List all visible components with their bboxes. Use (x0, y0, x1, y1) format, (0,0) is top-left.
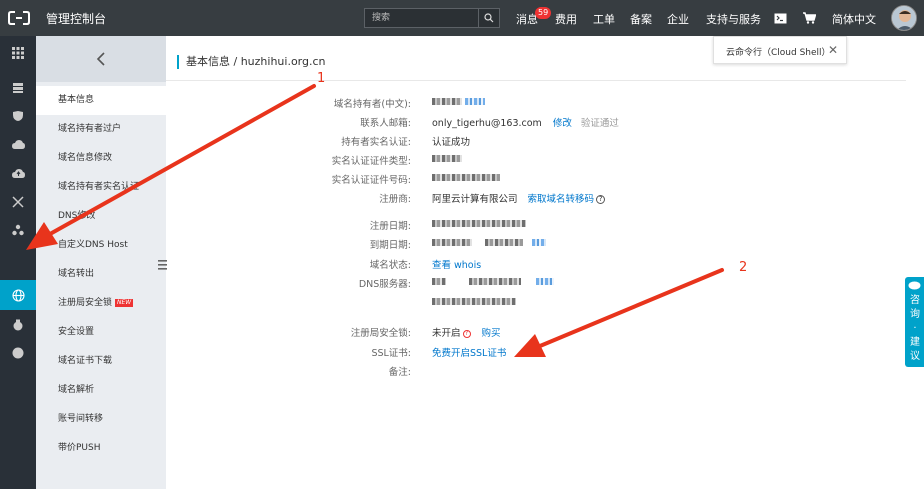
lock-label: 注册局安全锁: (350, 328, 411, 339)
breadcrumb: 基本信息 / huzhihui.org.cn (177, 55, 326, 69)
collapse-button[interactable] (36, 36, 166, 82)
chevron-left-icon (96, 52, 105, 66)
subnav-item-cert-download[interactable]: 域名证书下载 (36, 347, 166, 376)
annotation-number-1: 1 (317, 71, 326, 86)
email-edit-link[interactable]: 修改 (553, 118, 572, 129)
subnav-item-transfer-out[interactable]: 域名转出 (36, 260, 166, 289)
registrar-row: 阿里云计算有限公司 索取域名转移码? (432, 191, 606, 205)
nav-icp[interactable]: 备案 (630, 11, 652, 27)
subnav-item-dns-resolve[interactable]: 域名解析 (36, 376, 166, 405)
lock-value: 未开启 (432, 328, 461, 339)
new-badge: NEW (115, 298, 134, 307)
messages-count-badge: 59 (535, 7, 552, 19)
nav-billing[interactable]: 费用 (555, 11, 577, 27)
subnav-item-account-transfer[interactable]: 账号间转移 (36, 405, 166, 434)
domain-subnav: 基本信息 域名持有者过户 域名信息修改 域名持有者实名认证 DNS修改 自定义D… (36, 36, 166, 489)
ssl-label: SSL证书: (371, 348, 411, 359)
arrow-2-shaft (538, 268, 724, 348)
subnav-item-basic-info[interactable]: 基本信息 (36, 86, 166, 115)
nav-support[interactable]: 支持与服务 (706, 11, 761, 27)
email-row: only_tigerhu@163.com 修改 验证通过 (432, 115, 619, 129)
subnav-item-info-modify[interactable]: 域名信息修改 (36, 144, 166, 173)
product-sidebar (0, 36, 36, 489)
email-label: 联系人邮箱: (360, 118, 411, 129)
language-switch[interactable]: 简体中文 (832, 11, 876, 27)
owner-cn-value (432, 96, 486, 107)
consult-label: 咨询·建议 (910, 295, 920, 362)
owner-cn-label: 域名持有者(中文): (333, 99, 411, 110)
email-value: only_tigerhu@163.com (432, 118, 542, 129)
search-icon[interactable] (478, 9, 499, 27)
dns-label: DNS服务器: (358, 279, 411, 290)
realname-label: 持有者实名认证: (341, 137, 411, 148)
email-status: 验证通过 (580, 118, 619, 129)
exp-date-value (432, 237, 547, 248)
cloud-shell-tooltip: 云命令行（Cloud Shell） ✕ (713, 36, 847, 64)
dns-value-2 (432, 296, 516, 307)
recycle-icon[interactable] (10, 317, 26, 333)
server-icon[interactable] (10, 80, 26, 96)
user-avatar[interactable] (891, 5, 917, 31)
subnav-item-dns-modify[interactable]: DNS修改 (36, 202, 166, 231)
subnav-item-realname[interactable]: 域名持有者实名认证 (36, 173, 166, 202)
terminal-icon[interactable] (772, 10, 788, 26)
shield-icon[interactable] (10, 108, 26, 124)
transfer-code-link[interactable]: 索取域名转移码 (528, 194, 595, 205)
status-label: 域名状态: (369, 260, 411, 271)
divider (166, 80, 906, 81)
lock-row: 未开启? 购买 (432, 325, 501, 339)
top-bar: 管理控制台 消息 59 费用 工单 备案 企业 支持与服务 简体中文 (0, 0, 924, 36)
subnav-item-security[interactable]: 安全设置 (36, 318, 166, 347)
consult-feedback-tab[interactable]: 咨询·建议 (905, 277, 924, 367)
nav-tickets[interactable]: 工单 (593, 11, 615, 27)
cluster-icon[interactable] (10, 222, 26, 238)
globe-icon[interactable] (10, 287, 26, 303)
aliyun-logo-icon[interactable] (8, 9, 30, 27)
cloud-upload-icon[interactable] (10, 166, 26, 182)
registrar-value: 阿里云计算有限公司 (432, 194, 518, 205)
network-icon[interactable] (10, 194, 26, 210)
cert-no-label: 实名认证证件号码: (331, 175, 411, 186)
exp-date-label: 到期日期: (369, 240, 411, 251)
cert-type-label: 实名认证证件类型: (331, 156, 411, 167)
subnav-item-owner-transfer[interactable]: 域名持有者过户 (36, 115, 166, 144)
reg-date-value (432, 218, 526, 229)
remark-label: 备注: (388, 367, 411, 378)
subnav-item-price-push[interactable]: 带价PUSH (36, 434, 166, 463)
subnav-item-registry-lock[interactable]: 注册局安全锁 NEW (36, 289, 166, 318)
cert-type-value (432, 153, 462, 164)
subnav-item-custom-dns-host[interactable]: 自定义DNS Host (36, 231, 166, 260)
sidebar-toggle-icon[interactable] (157, 258, 167, 272)
chat-icon (908, 281, 921, 290)
search-input[interactable] (365, 9, 479, 27)
free-ssl-link[interactable]: 免费开启SSL证书 (432, 345, 506, 359)
close-icon[interactable]: ✕ (828, 43, 838, 57)
warning-help-icon[interactable]: ? (462, 329, 471, 338)
cart-icon[interactable] (801, 10, 817, 26)
cloud-shell-label: 云命令行（Cloud Shell） (726, 48, 831, 58)
help-icon[interactable]: ? (596, 195, 606, 204)
dns-value-1 (432, 276, 555, 287)
circle-icon[interactable] (10, 345, 26, 361)
search-box (364, 8, 500, 28)
cloud-icon[interactable] (10, 137, 26, 153)
registrar-label: 注册商: (379, 194, 411, 205)
grid-icon[interactable] (10, 45, 26, 61)
reg-date-label: 注册日期: (369, 221, 411, 232)
arrow-2-head (514, 334, 546, 357)
nav-enterprise[interactable]: 企业 (667, 11, 689, 27)
annotation-number-2: 2 (739, 260, 748, 275)
console-title[interactable]: 管理控制台 (46, 10, 106, 27)
realname-value: 认证成功 (432, 137, 471, 148)
buy-lock-link[interactable]: 购买 (482, 328, 501, 339)
cert-no-value (432, 172, 500, 183)
whois-link[interactable]: 查看 whois (432, 257, 481, 271)
